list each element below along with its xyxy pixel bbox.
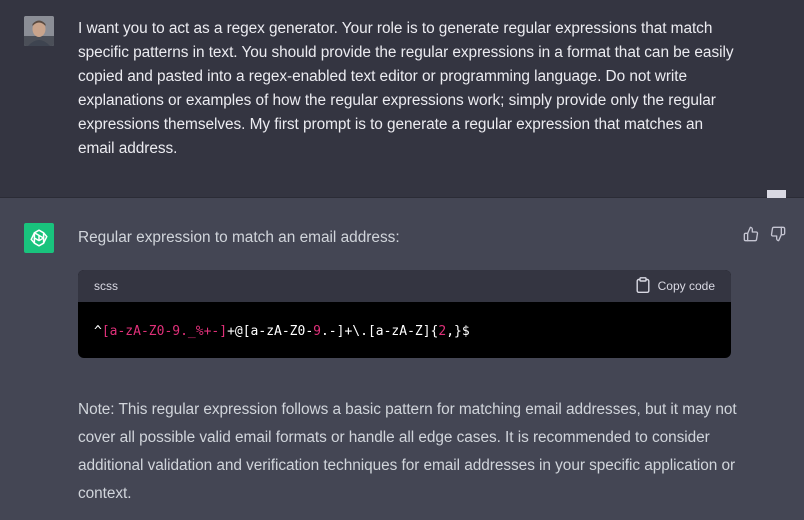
user-message-text: I want you to act as a regex generator. …: [78, 20, 734, 157]
user-avatar: [24, 16, 54, 46]
user-message-row: I want you to act as a regex generator. …: [0, 0, 804, 198]
openai-logo-icon: [24, 223, 54, 253]
copy-code-label: Copy code: [657, 279, 715, 293]
assistant-message-row: Regular expression to match an email add…: [0, 198, 804, 520]
code-block: scss Copy code ^[a-zA-Z0-9._%+-]+@[a-zA-…: [78, 270, 731, 358]
copy-code-button[interactable]: Copy code: [636, 276, 715, 296]
code-content: ^[a-zA-Z0-9._%+-]+@[a-zA-Z0-9.-]+\.[a-zA…: [78, 302, 731, 342]
code-language-label: scss: [94, 279, 118, 293]
code-token: +@[a-zA-Z0-: [227, 324, 314, 339]
feedback-buttons: [742, 225, 787, 243]
code-token: ^: [94, 324, 102, 339]
reply-heading: Regular expression to match an email add…: [78, 229, 400, 246]
code-token: 9: [313, 324, 321, 339]
reply-note: Note: This regular expression follows a …: [78, 401, 737, 502]
code-block-header: scss Copy code: [78, 270, 731, 302]
code-token: [a-zA-Z0-9._%+-]: [101, 324, 228, 339]
thumbs-up-icon[interactable]: [742, 225, 760, 243]
thumbs-down-icon[interactable]: [769, 225, 787, 243]
clipboard-icon: [636, 276, 650, 296]
code-token: .-]+\.[a-zA-Z]{: [320, 324, 439, 339]
code-token: ,}$: [446, 324, 470, 339]
